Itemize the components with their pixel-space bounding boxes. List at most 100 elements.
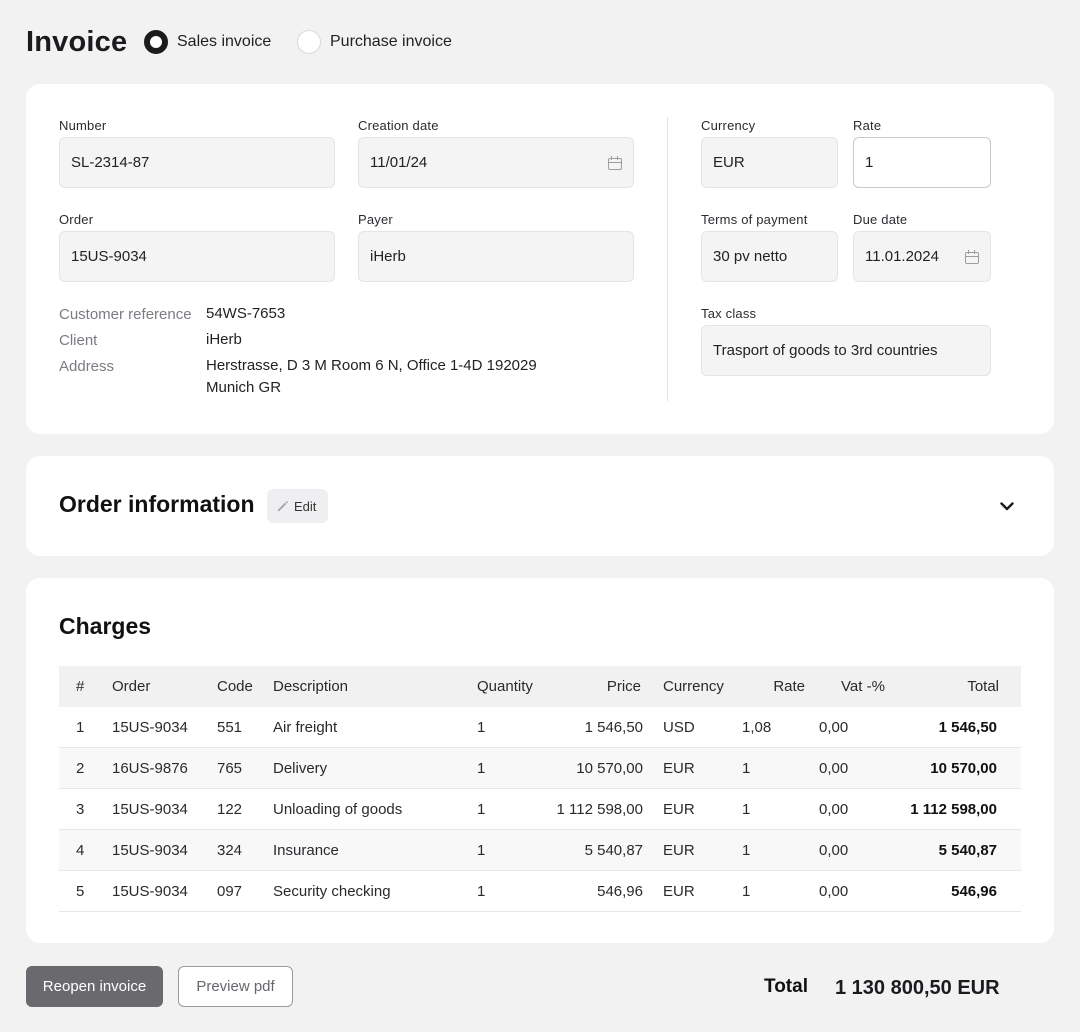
calendar-icon[interactable] — [965, 249, 979, 264]
rate-input[interactable]: 1 — [853, 137, 991, 188]
table-row[interactable]: 1 15US-9034 551 Air freight 1 1 546,50 USD 1,08… — [59, 707, 1021, 748]
address-label: Address — [59, 358, 115, 375]
purchase-invoice-radio[interactable]: Purchase invoice — [297, 30, 452, 54]
column-header: Description — [273, 678, 349, 695]
charges-title: Charges — [59, 613, 152, 639]
table-row[interactable]: 5 15US-9034 097 Security checking 1 546,96 EUR… — [59, 871, 1021, 912]
total-value: 1 130 800,50 EUR — [835, 977, 1000, 999]
charges-table-header: # Order Code Description Quantity Price … — [59, 666, 1021, 707]
order-field[interactable]: 15US-9034 — [59, 231, 335, 282]
row-description: Delivery — [273, 760, 328, 777]
row-rate: 1 — [742, 883, 751, 900]
row-price: 546,96 — [597, 883, 643, 900]
order-value: 15US-9034 — [71, 248, 147, 265]
row-price: 10 570,00 — [576, 760, 643, 777]
column-header: # — [76, 678, 85, 695]
row-order: 15US-9034 — [112, 801, 188, 818]
customer-reference-label: Customer reference — [59, 306, 192, 323]
reopen-invoice-button[interactable]: Reopen invoice — [26, 966, 163, 1007]
row-total: 1 546,50 — [938, 719, 997, 736]
details-divider — [667, 117, 668, 401]
payer-field[interactable]: iHerb — [358, 231, 634, 282]
tax-class-field[interactable]: Trasport of goods to 3rd countries — [701, 325, 991, 376]
row-quantity: 1 — [477, 760, 486, 777]
row-price: 1 112 598,00 — [556, 801, 643, 818]
rate-label: Rate — [853, 118, 882, 133]
radio-unchecked-icon — [297, 30, 321, 54]
row-order: 15US-9034 — [112, 842, 188, 859]
column-header: Quantity — [477, 678, 533, 695]
sales-invoice-radio[interactable]: Sales invoice — [144, 30, 271, 54]
payer-value: iHerb — [370, 248, 406, 265]
client-value: iHerb — [206, 331, 242, 348]
table-row[interactable]: 4 15US-9034 324 Insurance 1 5 540,87 EUR 1 0,00 5… — [59, 830, 1021, 871]
table-row[interactable]: 2 16US-9876 765 Delivery 1 10 570,00 EUR 1 0,00 1… — [59, 748, 1021, 789]
column-header: Price — [606, 678, 641, 695]
row-code: 765 — [217, 760, 243, 777]
row-quantity: 1 — [477, 883, 486, 900]
row-quantity: 1 — [477, 719, 486, 736]
radio-checked-icon — [144, 30, 168, 54]
column-header: Currency — [663, 678, 724, 695]
currency-select[interactable]: EUR — [701, 137, 838, 188]
calendar-icon[interactable] — [608, 155, 622, 170]
row-rate: 1 — [742, 760, 751, 777]
column-header: Order — [112, 678, 151, 695]
tax-class-value: Trasport of goods to 3rd countries — [713, 342, 938, 359]
row-description: Air freight — [273, 719, 338, 736]
table-row[interactable]: 3 15US-9034 122 Unloading of goods 1 1 112 59… — [59, 789, 1021, 830]
row-total: 5 540,87 — [938, 842, 997, 859]
creation-date-field[interactable]: 11/01/24 — [358, 137, 634, 188]
chevron-down-icon[interactable] — [998, 497, 1016, 515]
payer-label: Payer — [358, 212, 393, 227]
address-line-1: Herstrasse, D 3 M Room 6 N, Office 1-4D … — [206, 357, 537, 374]
column-header: Code — [217, 678, 253, 695]
row-rate: 1 — [742, 842, 751, 859]
row-index: 3 — [76, 801, 85, 818]
row-order: 15US-9034 — [112, 719, 188, 736]
order-information-title: Order information — [59, 491, 255, 517]
due-date-field[interactable]: 11.01.2024 — [853, 231, 991, 282]
row-total: 1 112 598,00 — [910, 801, 997, 818]
client-label: Client — [59, 332, 98, 349]
row-vat: 0,00 — [819, 801, 849, 818]
row-index: 5 — [76, 883, 85, 900]
row-price: 5 540,87 — [584, 842, 643, 859]
number-label: Number — [59, 118, 107, 133]
row-code: 122 — [217, 801, 243, 818]
row-quantity: 1 — [477, 842, 486, 859]
row-description: Unloading of goods — [273, 801, 403, 818]
column-header: Total — [967, 678, 999, 695]
column-header: Vat -% — [841, 678, 885, 695]
column-header: Rate — [773, 678, 805, 695]
currency-label: Currency — [701, 118, 756, 133]
row-vat: 0,00 — [819, 760, 849, 777]
terms-of-payment-value: 30 pv netto — [713, 248, 788, 265]
terms-of-payment-label: Terms of payment — [701, 212, 808, 227]
rate-value: 1 — [865, 154, 874, 171]
row-currency: EUR — [663, 801, 695, 818]
row-description: Security checking — [273, 883, 391, 900]
row-index: 4 — [76, 842, 85, 859]
row-total: 10 570,00 — [930, 760, 997, 777]
row-rate: 1,08 — [742, 719, 772, 736]
row-index: 2 — [76, 760, 85, 777]
row-vat: 0,00 — [819, 719, 849, 736]
row-price: 1 546,50 — [584, 719, 643, 736]
row-vat: 0,00 — [819, 883, 849, 900]
edit-order-button[interactable]: Edit — [267, 489, 328, 523]
row-description: Insurance — [273, 842, 339, 859]
number-field[interactable]: SL-2314-87 — [59, 137, 335, 188]
row-code: 097 — [217, 883, 243, 900]
row-code: 324 — [217, 842, 243, 859]
address-line-2: Munich GR — [206, 379, 282, 396]
row-rate: 1 — [742, 801, 751, 818]
preview-pdf-button[interactable]: Preview pdf — [178, 966, 293, 1007]
row-currency: EUR — [663, 760, 695, 777]
purchase-invoice-label: Purchase invoice — [330, 33, 452, 50]
terms-of-payment-field[interactable]: 30 pv netto — [701, 231, 838, 282]
customer-reference-value: 54WS-7653 — [206, 305, 286, 322]
sales-invoice-label: Sales invoice — [177, 33, 272, 50]
creation-date-label: Creation date — [358, 118, 439, 133]
row-index: 1 — [76, 719, 85, 736]
